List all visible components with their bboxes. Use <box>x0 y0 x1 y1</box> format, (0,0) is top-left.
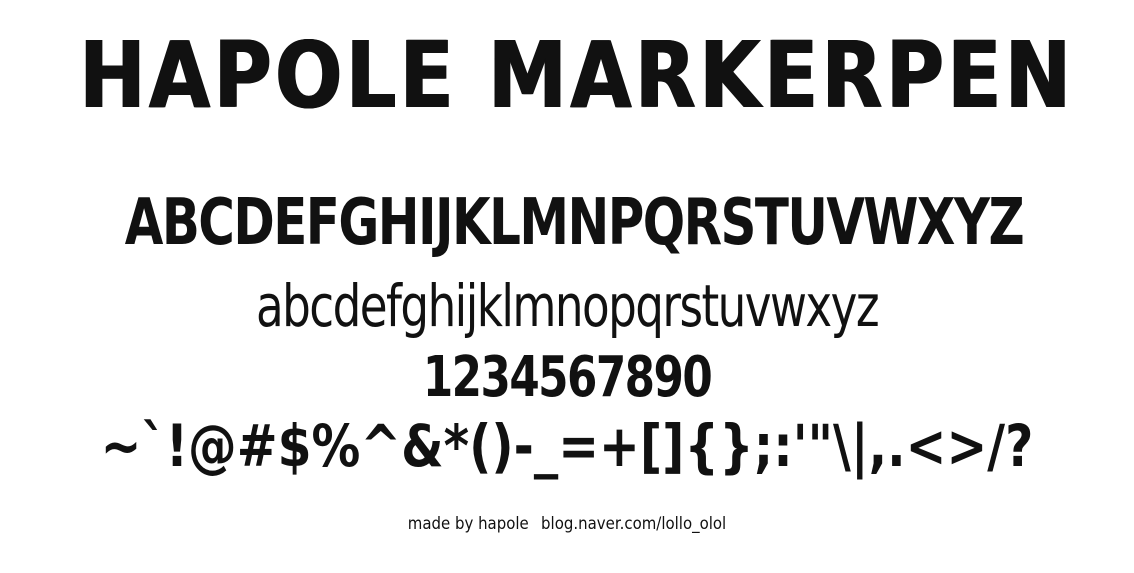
font-specimen-sheet: HAPOLE MARKERPEN ABCDEFGHIJKLMNPQRSTUVWX… <box>0 0 1134 573</box>
credit-line: made by hapole blog.naver.com/lollo_olol <box>68 514 1066 534</box>
symbols-row: ~`!@#$%^&*()-_=+[]{};:'"\|,.<>/? <box>100 412 1034 480</box>
uppercase-alphabet: ABCDEFGHIJKLMNPQRSTUVWXYZ <box>124 186 1025 260</box>
digits-row: 1234567890 <box>422 345 713 410</box>
lowercase-alphabet: abcdefghijklmnopqrstuvwxyz <box>255 272 880 340</box>
credit-author: made by hapole <box>407 514 529 534</box>
font-title: HAPOLE MARKERPEN <box>79 22 1075 129</box>
credit-url: blog.naver.com/lollo_olol <box>541 514 727 534</box>
